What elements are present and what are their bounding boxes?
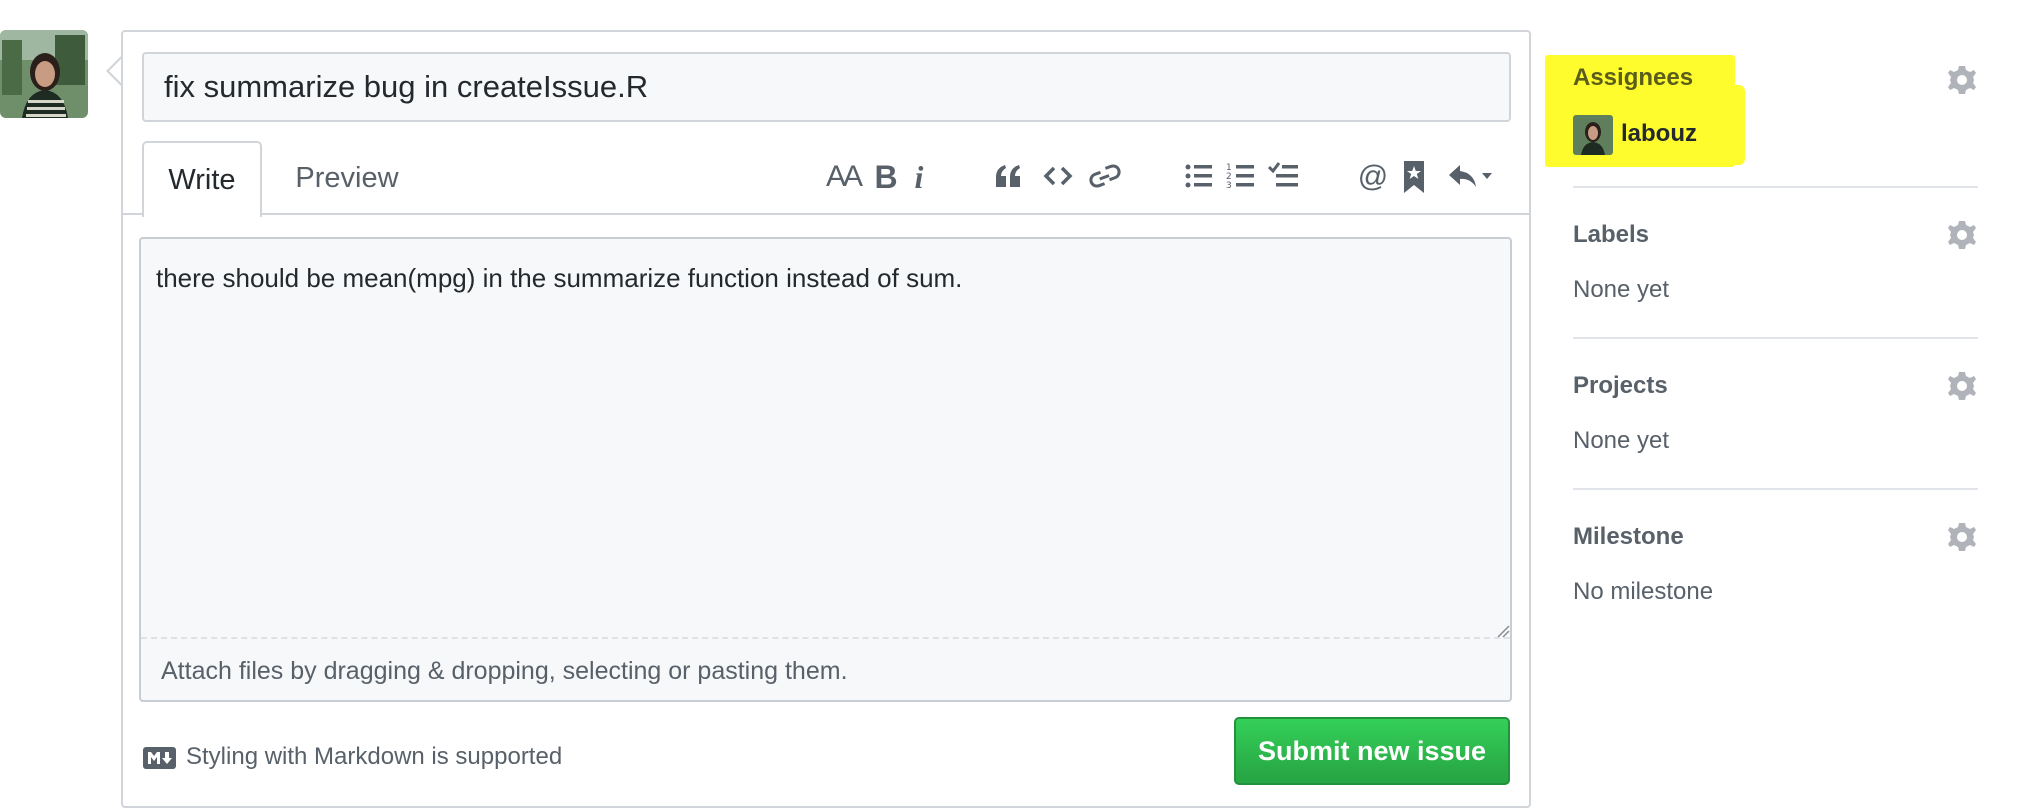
issue-title-input[interactable]: fix summarize bug in createIssue.R: [142, 52, 1511, 122]
saved-reply-icon[interactable]: [1398, 152, 1430, 202]
link-icon[interactable]: [1086, 152, 1124, 202]
milestone-heading[interactable]: Milestone: [1573, 521, 1684, 553]
task-list-icon[interactable]: [1266, 152, 1302, 202]
unordered-list-icon[interactable]: [1182, 152, 1216, 202]
markdown-support-link[interactable]: Styling with Markdown is supported: [186, 741, 562, 773]
issue-body-text: there should be mean(mpg) in the summari…: [156, 263, 963, 293]
sidebar-divider: [1573, 337, 1978, 339]
attach-files-hint[interactable]: Attach files by dragging & dropping, sel…: [161, 655, 848, 687]
avatar: [0, 30, 88, 118]
projects-value: None yet: [1573, 427, 1670, 454]
reply-icon[interactable]: [1444, 152, 1496, 202]
projects-gear-icon[interactable]: [1946, 370, 1978, 402]
tab-preview[interactable]: Preview: [272, 141, 422, 215]
labels-heading[interactable]: Labels: [1573, 219, 1649, 251]
milestone-gear-icon[interactable]: [1946, 521, 1978, 553]
code-icon[interactable]: [1040, 152, 1076, 202]
labels-value: None yet: [1573, 276, 1670, 303]
italic-icon[interactable]: i: [906, 152, 932, 202]
assignees-heading[interactable]: Assignees: [1573, 62, 1693, 94]
assignee-name[interactable]: labouz: [1621, 116, 1697, 152]
tab-write[interactable]: Write: [142, 141, 262, 217]
bold-icon[interactable]: B: [870, 152, 902, 202]
submit-issue-button[interactable]: Submit new issue: [1234, 717, 1510, 785]
assignees-gear-icon[interactable]: [1946, 64, 1978, 96]
projects-heading[interactable]: Projects: [1573, 370, 1668, 402]
sidebar-divider: [1573, 186, 1978, 188]
markdown-icon: [143, 747, 176, 774]
milestone-value: No milestone: [1573, 578, 1714, 605]
quote-icon[interactable]: [990, 152, 1026, 202]
resize-handle[interactable]: [1496, 624, 1510, 643]
assignee-avatar[interactable]: [1573, 115, 1613, 155]
header-icon[interactable]: AA: [822, 152, 864, 202]
ordered-list-icon[interactable]: 123: [1224, 152, 1258, 202]
attach-divider: [141, 637, 1510, 639]
sidebar-divider: [1573, 488, 1978, 490]
svg-text:3: 3: [1226, 181, 1232, 191]
issue-body-textarea[interactable]: [139, 237, 1512, 702]
labels-gear-icon[interactable]: [1946, 219, 1978, 251]
mention-icon[interactable]: @: [1356, 152, 1390, 202]
